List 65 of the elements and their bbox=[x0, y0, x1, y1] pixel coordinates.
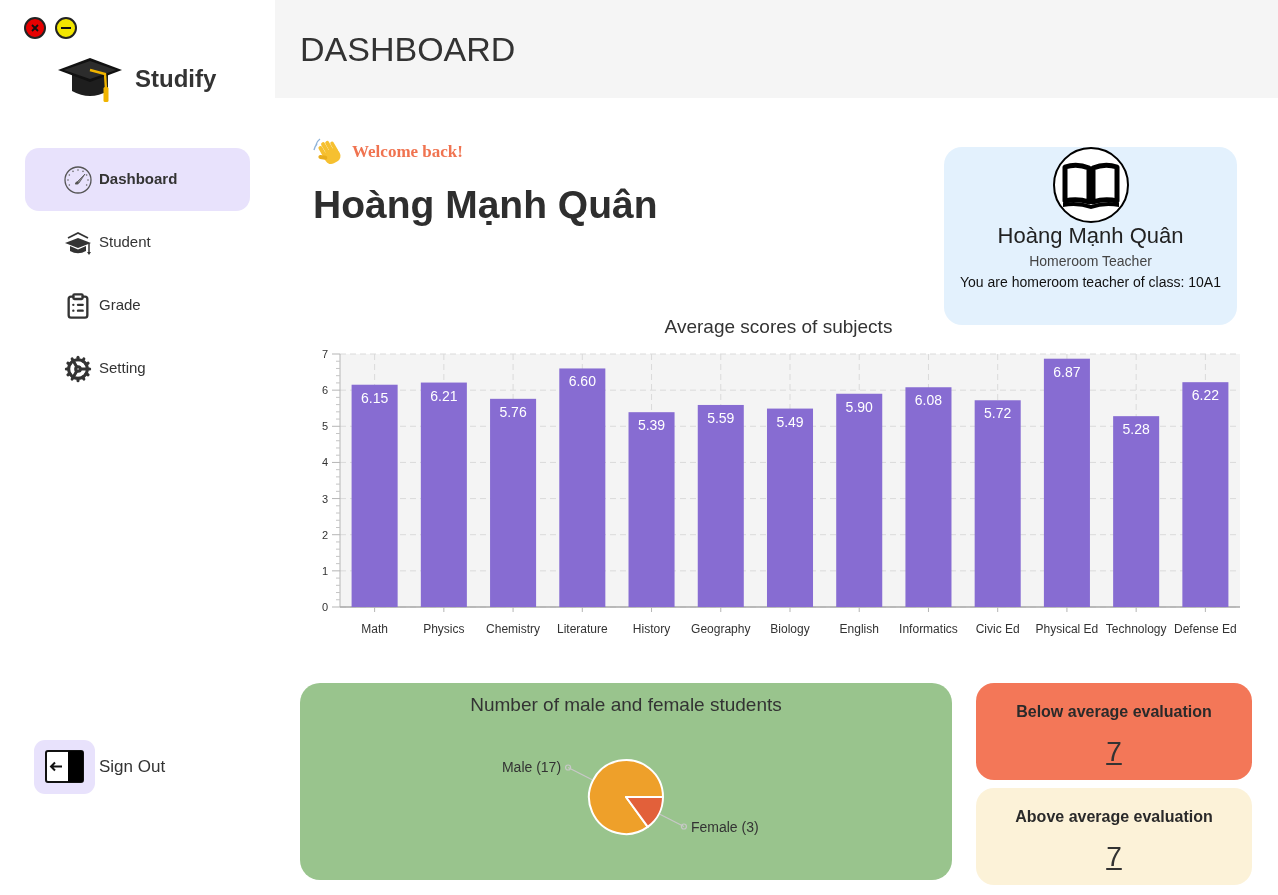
x-axis-label: Informatics bbox=[899, 622, 958, 636]
y-axis-label: 7 bbox=[321, 348, 328, 360]
sign-out-icon bbox=[34, 740, 95, 794]
bar-value-label: 6.15 bbox=[361, 389, 389, 406]
bar-value-label: 6.87 bbox=[1053, 363, 1081, 380]
x-axis-label: Literature bbox=[556, 622, 608, 636]
bar-value-label: 5.90 bbox=[845, 398, 873, 415]
page-title: DASHBOARD bbox=[300, 29, 516, 69]
bar-value-label: 5.49 bbox=[776, 413, 804, 430]
y-axis-label: 0 bbox=[321, 601, 328, 613]
book-icon bbox=[1052, 147, 1129, 223]
y-axis-label: 6 bbox=[321, 384, 328, 397]
y-axis-label: 4 bbox=[321, 456, 328, 469]
pie-label: Male (17) bbox=[501, 759, 562, 776]
x-axis-label: Physics bbox=[423, 622, 465, 636]
x-axis-label: English bbox=[839, 622, 879, 636]
bar-value-label: 5.59 bbox=[707, 409, 735, 426]
welcome-text: Welcome back! bbox=[352, 141, 463, 164]
sign-out-button[interactable]: Sign Out bbox=[34, 740, 166, 794]
y-axis-label: 1 bbox=[321, 564, 328, 577]
x-axis-label: Civic Ed bbox=[975, 622, 1020, 636]
bar-value-label: 6.60 bbox=[568, 373, 596, 390]
y-axis-label: 2 bbox=[321, 528, 328, 541]
pie-label: Female (3) bbox=[690, 818, 759, 835]
profile-class: You are homeroom teacher of class: 10A1 bbox=[960, 273, 1221, 292]
profile-role: Homeroom Teacher bbox=[1029, 252, 1152, 271]
evaluation-title: Above average evaluation bbox=[1015, 807, 1213, 827]
sidebar-item[interactable]: Student bbox=[25, 211, 250, 274]
y-axis-label: 5 bbox=[321, 420, 328, 433]
evaluation-title: Below average evaluation bbox=[1016, 702, 1212, 722]
sidebar-item[interactable]: Grade bbox=[25, 274, 250, 337]
x-axis-label: Chemistry bbox=[486, 622, 541, 636]
graduation-cap-logo-icon bbox=[58, 55, 122, 103]
bar-value-label: 5.39 bbox=[637, 417, 666, 434]
bar-value-label: 5.28 bbox=[1122, 421, 1150, 438]
bar-value-label: 6.08 bbox=[914, 392, 943, 409]
x-axis-label: Geography bbox=[691, 622, 751, 636]
bar-value-label: 6.21 bbox=[430, 387, 458, 404]
x-axis-label: Technology bbox=[1105, 622, 1167, 636]
profile-name: Hoàng Mạnh Quân bbox=[997, 223, 1184, 249]
minimize-button[interactable] bbox=[55, 17, 77, 39]
x-axis-label: Biology bbox=[770, 622, 810, 636]
pie-leader-line bbox=[659, 813, 687, 830]
app-name: Studify bbox=[135, 64, 217, 94]
x-axis-label: History bbox=[632, 622, 671, 636]
x-axis-label: Physical Ed bbox=[1035, 622, 1099, 636]
y-axis-label: 3 bbox=[321, 492, 328, 505]
pie-leader-line bbox=[565, 764, 593, 781]
bar-value-label: 5.72 bbox=[984, 405, 1012, 422]
teacher-name: Hoàng Mạnh Quân bbox=[313, 182, 658, 228]
sidebar-item[interactable]: Setting bbox=[25, 337, 250, 400]
chart-title: Average scores of subjects bbox=[664, 316, 893, 338]
gauge-icon bbox=[64, 165, 92, 194]
close-icon bbox=[31, 24, 39, 32]
gear-icon bbox=[64, 354, 92, 383]
bar-value-label: 5.76 bbox=[499, 403, 527, 420]
chart-title: Number of male and female students bbox=[470, 693, 782, 717]
minimize-icon bbox=[61, 27, 71, 29]
x-axis-label: Defense Ed bbox=[1174, 622, 1237, 636]
close-button[interactable] bbox=[24, 17, 46, 39]
count-link[interactable]: 7 bbox=[1106, 840, 1122, 874]
sidebar-item[interactable]: Dashboard bbox=[25, 148, 250, 211]
x-axis-label: Math bbox=[361, 622, 388, 636]
bar-value-label: 6.22 bbox=[1191, 387, 1219, 404]
count-link[interactable]: 7 bbox=[1106, 735, 1122, 769]
